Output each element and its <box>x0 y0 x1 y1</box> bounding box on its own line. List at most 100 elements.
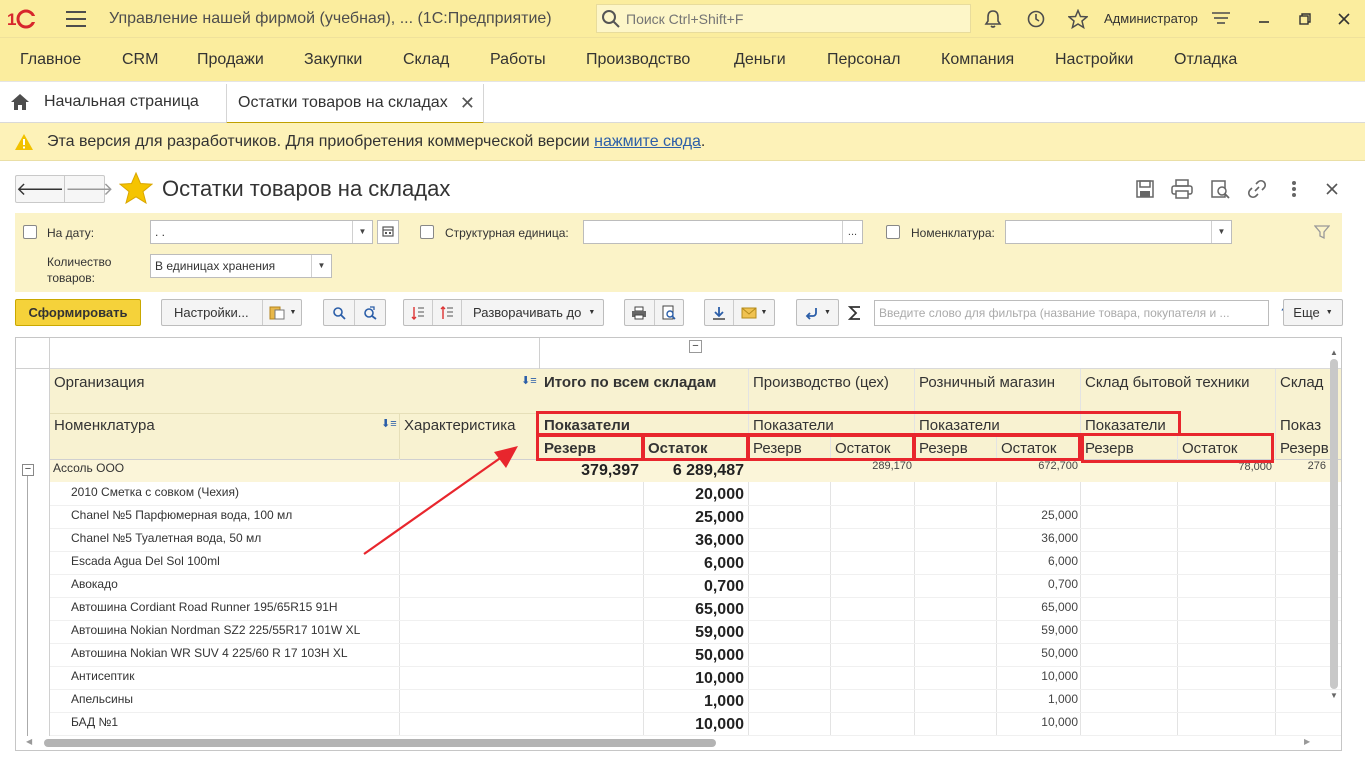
tab-home[interactable]: Начальная страница <box>10 93 199 111</box>
vertical-scrollbar[interactable]: ▲ ▼ <box>1329 348 1339 728</box>
table-row-name[interactable]: 2010 Сметка с совком (Чехия) <box>71 485 239 499</box>
table-row-name[interactable]: Автошина Nokian WR SUV 4 225/60 R 17 103… <box>71 646 348 660</box>
send-email-button[interactable]: ▼ <box>734 307 774 319</box>
scroll-down-icon[interactable]: ▼ <box>1329 691 1339 700</box>
find-button[interactable] <box>324 300 355 325</box>
nomenclature-checkbox[interactable] <box>886 225 900 239</box>
more-button[interactable]: Еще ▼ <box>1283 299 1343 326</box>
menu-item-production[interactable]: Производство <box>586 51 690 69</box>
table-row-name[interactable]: Chanel №5 Туалетная вода, 50 мл <box>71 531 261 545</box>
table-row-name[interactable]: Автошина Nokian Nordman SZ2 225/55R17 10… <box>71 623 360 637</box>
report-spreadsheet[interactable]: − Организация ⬇≡ Номенклатура ⬇≡ Характе… <box>15 337 1342 751</box>
back-button[interactable]: 🡐 <box>16 176 66 202</box>
close-tab-icon[interactable]: ✕ <box>460 93 475 114</box>
horizontal-scrollbar[interactable]: ◀ ▶ <box>16 736 1341 750</box>
date-field[interactable]: . . ▼ <box>150 220 373 244</box>
menu-item-crm[interactable]: CRM <box>122 51 158 69</box>
qty-dropdown-icon[interactable]: ▼ <box>311 255 331 277</box>
table-row-name[interactable]: БАД №1 <box>71 715 118 729</box>
print-button[interactable] <box>625 300 655 325</box>
unit-select-button[interactable]: ... <box>842 221 862 243</box>
menu-item-purchases[interactable]: Закупки <box>304 51 362 69</box>
table-row-name[interactable]: Авокадо <box>71 577 118 591</box>
favorite-star-icon[interactable] <box>119 172 153 204</box>
forward-button[interactable]: 🡒 <box>65 176 113 202</box>
variants-dropdown[interactable]: ▼ <box>262 300 302 325</box>
close-window-icon[interactable] <box>1333 8 1355 30</box>
menu-item-sales[interactable]: Продажи <box>197 51 264 69</box>
sort-org-icon[interactable]: ⬇≡ <box>521 374 537 387</box>
menu-item-works[interactable]: Работы <box>490 51 546 69</box>
favorites-star-icon[interactable] <box>1067 8 1089 30</box>
table-row-name[interactable]: Апельсины <box>71 692 133 706</box>
sections-menu: Главное CRM Продажи Закупки Склад Работы… <box>0 37 1365 81</box>
row-divider <box>50 528 1341 529</box>
user-name[interactable]: Администратор <box>1104 11 1198 26</box>
search-input[interactable] <box>626 10 956 27</box>
printer-icon <box>632 306 647 319</box>
unit-field[interactable]: ... <box>583 220 863 244</box>
expand-all-button[interactable] <box>404 300 433 325</box>
menu-item-personnel[interactable]: Персонал <box>827 51 900 69</box>
nomenclature-dropdown-icon[interactable]: ▼ <box>1211 221 1231 243</box>
filter-funnel-icon[interactable] <box>1314 224 1330 240</box>
title-bar: 1 Управление нашей фирмой (учебная), ...… <box>0 0 1365 37</box>
table-row-name[interactable]: Автошина Cordiant Road Runner 195/65R15 … <box>71 600 338 614</box>
table-row-name[interactable]: Escada Agua Del Sol 100ml <box>71 554 220 568</box>
minimize-icon[interactable] <box>1253 8 1275 30</box>
scroll-up-icon[interactable]: ▲ <box>1329 348 1339 357</box>
restore-icon[interactable] <box>1294 8 1316 30</box>
buy-link[interactable]: нажмите сюда <box>594 133 701 150</box>
table-row-total-balance: 6,000 <box>703 555 744 572</box>
expand-to-label[interactable]: Разворачивать до <box>473 305 581 320</box>
table-row-name[interactable]: Антисептик <box>71 669 134 683</box>
sum-icon[interactable] <box>848 305 862 321</box>
menu-item-warehouse[interactable]: Склад <box>403 51 449 69</box>
bell-icon[interactable] <box>982 8 1004 30</box>
menu-item-main[interactable]: Главное <box>20 51 81 69</box>
collapse-columns-icon[interactable]: − <box>689 340 702 353</box>
qty-select[interactable]: В единицах хранения ▼ <box>150 254 332 278</box>
unit-checkbox[interactable] <box>420 225 434 239</box>
calendar-button[interactable] <box>377 220 399 244</box>
table-row-retail-balance: 0,700 <box>1047 577 1078 591</box>
menu-item-money[interactable]: Деньги <box>734 51 786 69</box>
more-vertical-icon[interactable] <box>1283 178 1305 200</box>
global-search[interactable] <box>596 4 971 33</box>
collapse-all-button[interactable] <box>433 300 462 325</box>
1c-logo-icon[interactable]: 1 <box>0 0 46 37</box>
row-divider <box>50 689 1341 690</box>
save-icon[interactable] <box>1134 178 1156 200</box>
history-icon[interactable] <box>1025 8 1047 30</box>
sort-nomenclature-icon[interactable]: ⬇≡ <box>381 417 397 430</box>
menu-item-settings[interactable]: Настройки <box>1055 51 1133 69</box>
expand-to-dropdown-icon[interactable]: ▼ <box>588 309 595 316</box>
vertical-scroll-thumb[interactable] <box>1330 359 1338 689</box>
settings-lines-icon[interactable] <box>1210 8 1232 30</box>
date-checkbox[interactable] <box>23 225 37 239</box>
find-next-button[interactable] <box>355 305 385 320</box>
scroll-left-icon[interactable]: ◀ <box>26 737 32 746</box>
table-row-name[interactable]: Chanel №5 Парфюмерная вода, 100 мл <box>71 508 292 522</box>
menu-item-debug[interactable]: Отладка <box>1174 51 1237 69</box>
quick-filter-input[interactable]: Введите слово для фильтра (название това… <box>874 300 1269 326</box>
close-form-icon[interactable] <box>1321 178 1343 200</box>
nomenclature-field[interactable]: ▼ <box>1005 220 1232 244</box>
search-buttons <box>323 299 386 326</box>
menu-item-company[interactable]: Компания <box>941 51 1014 69</box>
main-menu-icon[interactable] <box>66 10 86 27</box>
date-dropdown-icon[interactable]: ▼ <box>352 221 372 243</box>
settings-button[interactable]: Настройки... ▼ <box>161 299 302 326</box>
print-icon[interactable] <box>1171 178 1193 200</box>
link-icon[interactable] <box>1246 178 1268 200</box>
goto-button[interactable]: ▼ <box>796 299 839 326</box>
print-preview-button[interactable] <box>655 305 684 321</box>
preview-icon[interactable] <box>1209 178 1231 200</box>
goto-arrow-icon <box>805 307 817 320</box>
tab-stock-balance[interactable]: Остатки товаров на складах ✕ <box>226 84 484 124</box>
collapse-group-icon[interactable]: − <box>22 464 34 476</box>
save-file-button[interactable] <box>705 300 734 325</box>
generate-button[interactable]: Сформировать <box>15 299 141 326</box>
scroll-right-icon[interactable]: ▶ <box>1304 737 1310 746</box>
horizontal-scroll-thumb[interactable] <box>44 739 716 747</box>
